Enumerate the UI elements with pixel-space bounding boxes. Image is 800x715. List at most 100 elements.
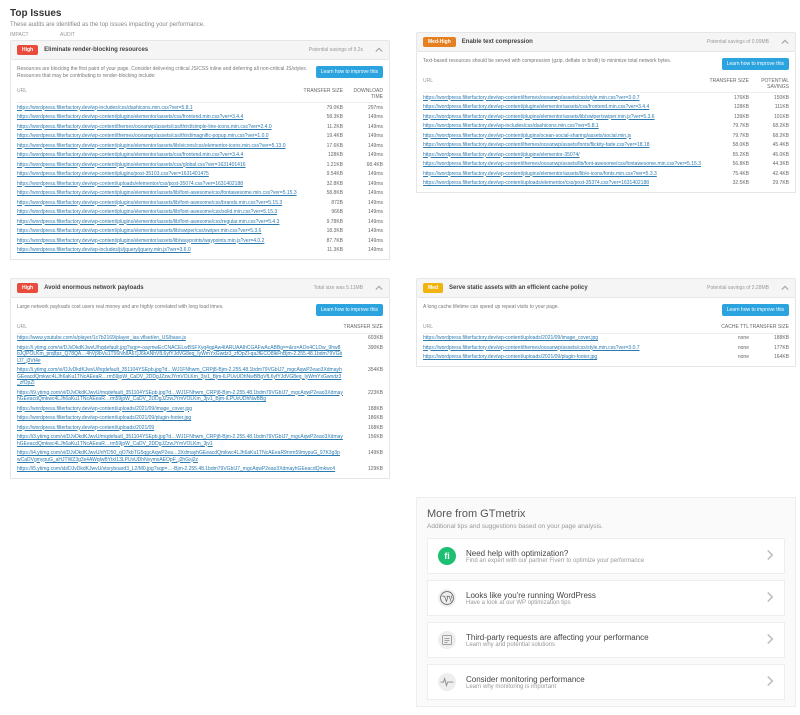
issue-body: Text-based resources should be served wi… bbox=[416, 52, 796, 193]
table-row: https://wordpress.filterfactory.dev/wp-c… bbox=[423, 343, 789, 353]
resource-url-link[interactable]: https://wordpress.filterfactory.dev/wp-c… bbox=[17, 143, 303, 150]
issue-description: Resources are blocking the first paint o… bbox=[17, 66, 308, 80]
resource-url-link[interactable]: https://wordpress.filterfactory.dev/wp-c… bbox=[423, 133, 709, 140]
resource-value: 168KB bbox=[343, 425, 383, 432]
issue-description: Large network payloads cost users real m… bbox=[17, 304, 308, 311]
table-row: https://wordpress.filterfactory.dev/wp-c… bbox=[423, 150, 789, 160]
resource-url-link[interactable]: https://i.ytimg.com/vi/OJvDkdKJwvU/hqdef… bbox=[17, 367, 343, 387]
table-row: https://wordpress.filterfactory.dev/wp-c… bbox=[423, 141, 789, 151]
chevron-right-icon bbox=[766, 549, 774, 563]
resource-url-link[interactable]: https://wordpress.filterfactory.dev/wp-c… bbox=[17, 238, 303, 245]
table-row: https://wordpress.filterfactory.dev/wp-c… bbox=[17, 160, 383, 170]
resource-value: 603KB bbox=[343, 335, 383, 342]
issue-header-cache[interactable]: Med Serve static assets with an efficien… bbox=[416, 278, 796, 298]
chevron-right-icon bbox=[766, 633, 774, 647]
resource-value: 58.0KB bbox=[709, 142, 749, 149]
resource-value: 149KB bbox=[343, 450, 383, 463]
resource-url-link[interactable]: https://wordpress.filterfactory.dev/wp-c… bbox=[423, 161, 709, 168]
issue-savings: Potential savings of 0.99MB bbox=[707, 39, 769, 45]
resource-value: 149ms bbox=[343, 219, 383, 226]
resource-url-link[interactable]: https://wordpress.filterfactory.dev/wp-i… bbox=[17, 105, 303, 112]
tip-row[interactable]: Third-party requests are affecting your … bbox=[427, 622, 785, 658]
table-row: https://wordpress.filterfactory.dev/wp-c… bbox=[17, 179, 383, 189]
tip-row[interactable]: Looks like you're running WordPressHave … bbox=[427, 580, 785, 616]
issue-header-render-blocking[interactable]: High Eliminate render-blocking resources… bbox=[10, 40, 390, 60]
table-row: https://wordpress.filterfactory.dev/wp-c… bbox=[423, 353, 789, 363]
resource-value: 188KB bbox=[749, 335, 789, 342]
resource-url-link[interactable]: https://wordpress.filterfactory.dev/wp-c… bbox=[17, 219, 303, 226]
tip-row[interactable]: Consider monitoring performanceLearn why… bbox=[427, 664, 785, 700]
resource-url-link[interactable]: https://i3.ytimg.com/vi/DJvDkdKJwvU/mqde… bbox=[17, 434, 343, 447]
resource-value: 101KB bbox=[749, 114, 789, 121]
resource-url-link[interactable]: https://wordpress.filterfactory.dev/wp-c… bbox=[17, 228, 303, 235]
tip-title: Consider monitoring performance bbox=[466, 675, 766, 684]
resource-url-link[interactable]: https://wordpress.filterfactory.dev/wp-c… bbox=[17, 133, 303, 140]
issue-body: Resources are blocking the first paint o… bbox=[10, 60, 390, 260]
issue-header-compression[interactable]: Med-High Enable text compression Potenti… bbox=[416, 32, 796, 52]
resource-value: 29.7KB bbox=[749, 180, 789, 187]
resource-url-link[interactable]: https://wordpress.filterfactory.dev/wp-c… bbox=[423, 171, 709, 178]
resource-url-link[interactable]: https://wordpress.filterfactory.dev/wp-i… bbox=[17, 247, 303, 254]
table-row: https://wordpress.filterfactory.dev/wp-c… bbox=[423, 160, 789, 170]
resource-url-link[interactable]: https://i.ytimg.com/vi/DJvDkdKJwvU/hqdef… bbox=[17, 345, 343, 365]
resource-url-link[interactable]: https://wordpress.filterfactory.dev/wp-c… bbox=[423, 152, 709, 159]
learn-button[interactable]: Learn how to improve this bbox=[722, 58, 789, 70]
table-row: https://wordpress.filterfactory.dev/wp-c… bbox=[423, 131, 789, 141]
resource-url-link[interactable]: https://wordpress.filterfactory.dev/wp-c… bbox=[17, 200, 303, 207]
resource-url-link[interactable]: https://wordpress.filterfactory.dev/wp-c… bbox=[17, 152, 303, 159]
resource-url-link[interactable]: https://www.youtube.com/s/player/1c7b216… bbox=[17, 335, 343, 342]
tip-title: Third-party requests are affecting your … bbox=[466, 633, 766, 642]
resource-url-link[interactable]: https://wordpress.filterfactory.dev/wp-c… bbox=[17, 124, 303, 131]
resource-url-link[interactable]: https://wordpress.filterfactory.dev/wp-c… bbox=[423, 180, 709, 187]
tip-row[interactable]: fiNeed help with optimization?Find an ex… bbox=[427, 538, 785, 574]
learn-button[interactable]: Learn how to improve this bbox=[316, 304, 383, 316]
resource-url-link[interactable]: https://wordpress.filterfactory.dev/wp-c… bbox=[423, 335, 709, 342]
table-row: https://wordpress.filterfactory.dev/wp-i… bbox=[17, 246, 383, 256]
resource-value: 55.2KB bbox=[709, 152, 749, 159]
resource-url-link[interactable]: https://wordpress.filterfactory.dev/wp-c… bbox=[423, 104, 709, 111]
resource-url-link[interactable]: https://wordpress.filterfactory.dev/wp-c… bbox=[423, 345, 709, 352]
resource-url-link[interactable]: https://wordpress.filterfactory.dev/wp-i… bbox=[423, 123, 709, 130]
resource-value: 150KB bbox=[749, 95, 789, 102]
resource-table: URLTransfer Size https://www.youtube.com… bbox=[17, 322, 383, 474]
resource-value: 111KB bbox=[749, 104, 789, 111]
resource-url-link[interactable]: https://wordpress.filterfactory.dev/wp-c… bbox=[17, 209, 303, 216]
table-row: https://wordpress.filterfactory.dev/wp-c… bbox=[17, 189, 383, 199]
resource-value: 156KB bbox=[343, 434, 383, 447]
resource-url-link[interactable]: https://wordpress.filterfactory.dev/wp-c… bbox=[17, 190, 303, 197]
resource-value: 149ms bbox=[343, 152, 383, 159]
resource-url-link[interactable]: https://wordpress.filterfactory.dev/wp-c… bbox=[17, 114, 303, 121]
learn-button[interactable]: Learn how to improve this bbox=[722, 304, 789, 316]
resource-url-link[interactable]: https://wordpress.filterfactory.dev/wp-c… bbox=[17, 425, 343, 432]
issue-header-payloads[interactable]: High Avoid enormous network payloads Tot… bbox=[10, 278, 390, 298]
resource-url-link[interactable]: https://i5.ytimg.com/sb/DJvDkdKJwvU/stor… bbox=[17, 466, 343, 473]
resource-value: 128KB bbox=[709, 104, 749, 111]
issue-savings: Potential savings of 2.28MB bbox=[707, 285, 769, 291]
table-row: https://wordpress.filterfactory.dev/wp-c… bbox=[17, 113, 383, 123]
table-row: https://wordpress.filterfactory.dev/wp-c… bbox=[17, 236, 383, 246]
issue-body: Large network payloads cost users real m… bbox=[10, 298, 390, 479]
learn-button[interactable]: Learn how to improve this bbox=[316, 66, 383, 78]
resource-url-link[interactable]: https://wordpress.filterfactory.dev/wp-c… bbox=[17, 181, 303, 188]
resource-url-link[interactable]: https://i4.ytimg.com/vi/DJvDkdKJwvU/dYD5… bbox=[17, 450, 343, 463]
resource-url-link[interactable]: https://wordpress.filterfactory.dev/wp-c… bbox=[17, 171, 303, 178]
more-title: More from GTmetrix bbox=[427, 508, 785, 520]
resource-url-link[interactable]: https://wordpress.filterfactory.dev/wp-c… bbox=[423, 114, 709, 121]
resource-url-link[interactable]: https://wordpress.filterfactory.dev/wp-c… bbox=[17, 415, 343, 422]
resource-value: 68.2KB bbox=[749, 123, 789, 130]
resource-value: 128KB bbox=[303, 152, 343, 159]
resource-url-link[interactable]: https://wordpress.filterfactory.dev/wp-c… bbox=[423, 354, 709, 361]
resource-value: 68.2KB bbox=[749, 133, 789, 140]
resource-url-link[interactable]: https://wordpress.filterfactory.dev/wp-c… bbox=[17, 406, 343, 413]
table-row: https://i.ytimg.com/vi/OJvDkdKJwvU/hqdef… bbox=[17, 366, 383, 389]
resource-value: 966B bbox=[303, 209, 343, 216]
resource-url-link[interactable]: https://i9.ytimg.com/vi/DJvDkdKJwvU/mqde… bbox=[17, 390, 343, 403]
resource-value: 75.4KB bbox=[709, 171, 749, 178]
resource-value: 11.3KB bbox=[303, 247, 343, 254]
section-subtitle: These audits are identified as the top i… bbox=[10, 22, 390, 28]
issue-savings: Potential savings of 9.2s bbox=[309, 47, 363, 53]
table-row: https://wordpress.filterfactory.dev/wp-c… bbox=[17, 170, 383, 180]
resource-url-link[interactable]: https://wordpress.filterfactory.dev/wp-c… bbox=[423, 95, 709, 102]
resource-url-link[interactable]: https://wordpress.filterfactory.dev/wp-c… bbox=[423, 142, 709, 149]
resource-url-link[interactable]: https://wordpress.filterfactory.dev/wp-c… bbox=[17, 162, 303, 169]
